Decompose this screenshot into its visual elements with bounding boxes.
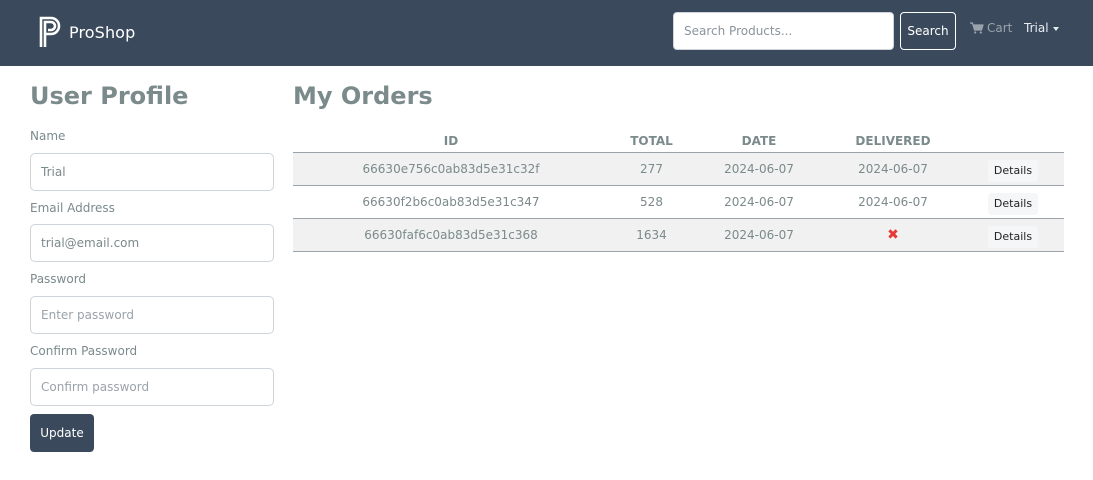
orders-title: My Orders [293,82,433,110]
order-delivered: 2024-06-07 [824,152,962,186]
order-id: 66630e756c0ab83d5e31c32f [293,152,609,186]
profile-title: User Profile [30,82,189,110]
order-delivered: 2024-06-07 [824,185,962,219]
navbar: ProShop Search Cart Trial [0,0,1093,66]
user-name: Trial [1024,21,1049,35]
brand-name: ProShop [69,22,136,42]
order-actions: Details [962,152,1064,186]
cart-label: Cart [987,21,1013,35]
name-field[interactable] [30,153,274,191]
column-header-date: DATE [694,130,824,153]
email-label: Email Address [30,201,115,215]
column-header-actions [962,130,1064,153]
order-date: 2024-06-07 [694,185,824,219]
update-button[interactable]: Update [30,414,94,452]
user-dropdown[interactable]: Trial [1024,19,1059,37]
confirm-password-label: Confirm Password [30,344,138,358]
order-date: 2024-06-07 [694,152,824,186]
orders-table: ID TOTAL DATE DELIVERED 66630e756c0ab83d… [293,130,1064,252]
user-profile-section: User Profile Name Email Address Password… [30,80,274,452]
order-delivered: ✖ [824,218,962,252]
times-icon: ✖ [887,226,899,243]
table-row: 66630faf6c0ab83d5e31c368 1634 2024-06-07… [293,218,1064,252]
order-id: 66630f2b6c0ab83d5e31c347 [293,185,609,219]
password-label: Password [30,272,87,286]
order-total: 1634 [609,218,694,252]
order-id: 66630faf6c0ab83d5e31c368 [293,218,609,252]
search-input[interactable] [673,12,894,50]
details-button[interactable]: Details [987,225,1039,248]
order-actions: Details [962,185,1064,219]
confirm-password-field[interactable] [30,368,274,406]
password-field[interactable] [30,296,274,334]
column-header-id: ID [293,130,609,153]
details-button[interactable]: Details [987,192,1039,215]
email-field[interactable] [30,224,274,262]
details-button[interactable]: Details [987,159,1039,182]
order-date: 2024-06-07 [694,218,824,252]
table-row: 66630e756c0ab83d5e31c32f 277 2024-06-07 … [293,152,1064,186]
shopping-cart-icon [970,22,984,34]
order-total: 528 [609,185,694,219]
table-header-row: ID TOTAL DATE DELIVERED [293,130,1064,153]
cart-link[interactable]: Cart [970,19,1012,37]
search-button[interactable]: Search [900,12,956,50]
brand-link[interactable]: ProShop [38,15,135,49]
proshop-logo-icon [39,16,61,47]
column-header-delivered: DELIVERED [824,130,962,153]
table-row: 66630f2b6c0ab83d5e31c347 528 2024-06-07 … [293,185,1064,219]
name-label: Name [30,129,66,143]
my-orders-section: My Orders ID TOTAL DATE DELIVERED 66630e… [293,80,1064,252]
order-actions: Details [962,218,1064,252]
order-total: 277 [609,152,694,186]
caret-down-icon [1052,26,1059,31]
column-header-total: TOTAL [609,130,694,153]
